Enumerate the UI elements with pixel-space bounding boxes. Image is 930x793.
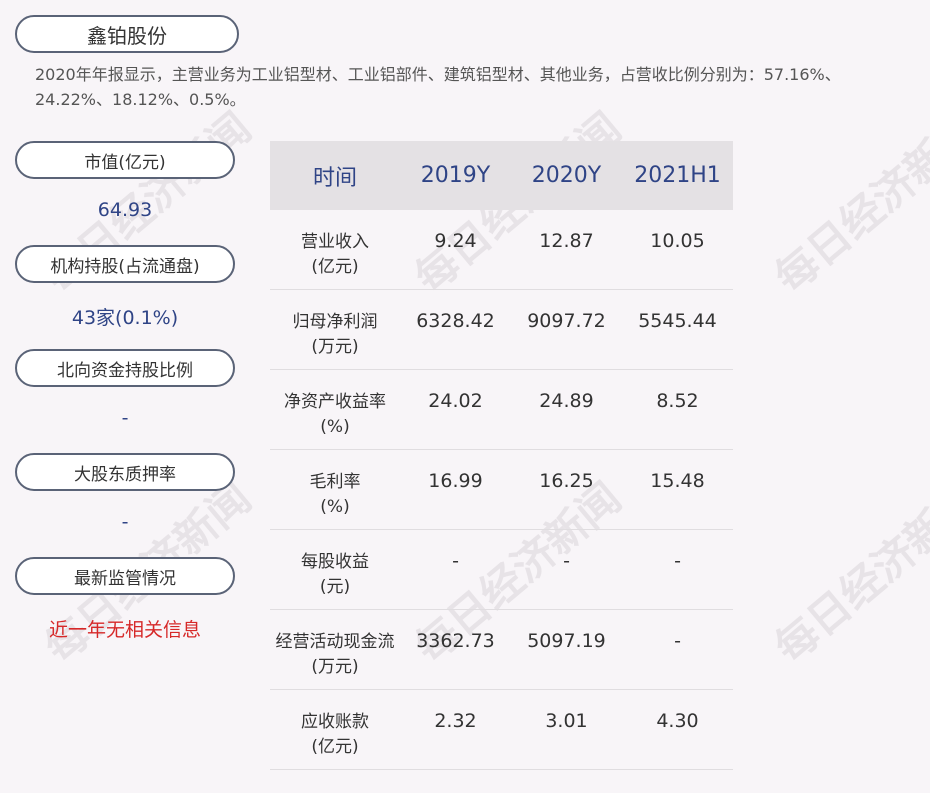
institutional-holding-value: 43家(0.1%) <box>71 307 179 329</box>
metric-unit: (%) <box>320 497 350 517</box>
metric-unit: (亿元) <box>311 737 359 757</box>
metric-name: 经营活动现金流 <box>275 632 395 652</box>
table-cell: 5545.44 <box>638 310 717 332</box>
table-cell: 8.52 <box>656 390 699 412</box>
metric-name: 应收账款 <box>301 712 369 732</box>
table-cell: 16.25 <box>539 470 594 492</box>
metric-unit: (万元) <box>311 657 359 677</box>
watermark: 每日经济新闻 <box>765 103 930 303</box>
row-label: 应收账款 (亿元) <box>270 690 400 760</box>
market-cap-label: 市值(亿元) <box>15 141 235 179</box>
metric-unit: (万元) <box>311 337 359 357</box>
header-2019: 2019Y <box>420 163 491 188</box>
header-period: 时间 <box>312 165 357 191</box>
table-cell: - <box>452 550 459 572</box>
northbound-holding-value: - <box>121 407 129 429</box>
table-cell: 2.32 <box>434 710 477 732</box>
company-name-badge: 鑫铂股份 <box>15 15 239 53</box>
financial-table: 时间 2019Y 2020Y 2021H1 营业收入 (亿元) 9.24 12.8… <box>270 141 733 770</box>
pledge-ratio-value: - <box>121 511 129 533</box>
table-cell: - <box>563 550 570 572</box>
table-cell: 6328.42 <box>416 310 495 332</box>
table-cell: 10.05 <box>650 230 705 252</box>
table-row: 每股收益 (元) - - - <box>270 530 733 610</box>
table-cell: 9.24 <box>434 230 477 252</box>
row-label: 每股收益 (元) <box>270 530 400 600</box>
table-cell: 4.30 <box>656 710 699 732</box>
metric-unit: (%) <box>320 417 350 437</box>
pledge-ratio-label: 大股东质押率 <box>15 453 235 491</box>
watermark: 每日经济新闻 <box>765 473 930 673</box>
header-2021h1: 2021H1 <box>634 163 721 188</box>
table-row: 归母净利润 (万元) 6328.42 9097.72 5545.44 <box>270 290 733 370</box>
table-cell: 9097.72 <box>527 310 606 332</box>
table-cell: 15.48 <box>650 470 705 492</box>
header-2020: 2020Y <box>531 163 602 188</box>
business-summary: 2020年年报显示，主营业务为工业铝型材、工业铝部件、建筑铝型材、其他业务，占营… <box>35 65 841 109</box>
table-row: 应收账款 (亿元) 2.32 3.01 4.30 <box>270 690 733 770</box>
metric-name: 净资产收益率 <box>284 392 386 412</box>
table-cell: 12.87 <box>539 230 594 252</box>
row-label: 归母净利润 (万元) <box>270 290 400 360</box>
metric-name: 归母净利润 <box>292 312 378 332</box>
table-cell: - <box>674 550 681 572</box>
table-cell: 24.89 <box>539 390 594 412</box>
table-cell: 16.99 <box>428 470 483 492</box>
regulatory-status-value: 近一年无相关信息 <box>48 619 201 641</box>
table-row: 经营活动现金流 (万元) 3362.73 5097.19 - <box>270 610 733 690</box>
table-row: 毛利率 (%) 16.99 16.25 15.48 <box>270 450 733 530</box>
market-cap-value: 64.93 <box>97 199 153 221</box>
table-row: 营业收入 (亿元) 9.24 12.87 10.05 <box>270 210 733 290</box>
metric-unit: (亿元) <box>311 257 359 277</box>
table-row: 净资产收益率 (%) 24.02 24.89 8.52 <box>270 370 733 450</box>
table-header: 时间 2019Y 2020Y 2021H1 <box>270 141 733 210</box>
metric-name: 每股收益 <box>301 552 369 572</box>
table-cell: 5097.19 <box>527 630 606 652</box>
row-label: 净资产收益率 (%) <box>270 370 400 440</box>
regulatory-status-label: 最新监管情况 <box>15 557 235 595</box>
northbound-holding-label: 北向资金持股比例 <box>15 349 235 387</box>
row-label: 营业收入 (亿元) <box>270 210 400 280</box>
metric-name: 毛利率 <box>309 472 361 492</box>
table-cell: - <box>674 630 681 652</box>
table-cell: 3.01 <box>545 710 588 732</box>
row-label: 经营活动现金流 (万元) <box>270 610 400 680</box>
metric-unit: (元) <box>319 577 351 597</box>
table-cell: 24.02 <box>428 390 483 412</box>
institutional-holding-label: 机构持股(占流通盘) <box>15 245 235 283</box>
metric-name: 营业收入 <box>301 232 369 252</box>
row-label: 毛利率 (%) <box>270 450 400 520</box>
table-cell: 3362.73 <box>416 630 495 652</box>
